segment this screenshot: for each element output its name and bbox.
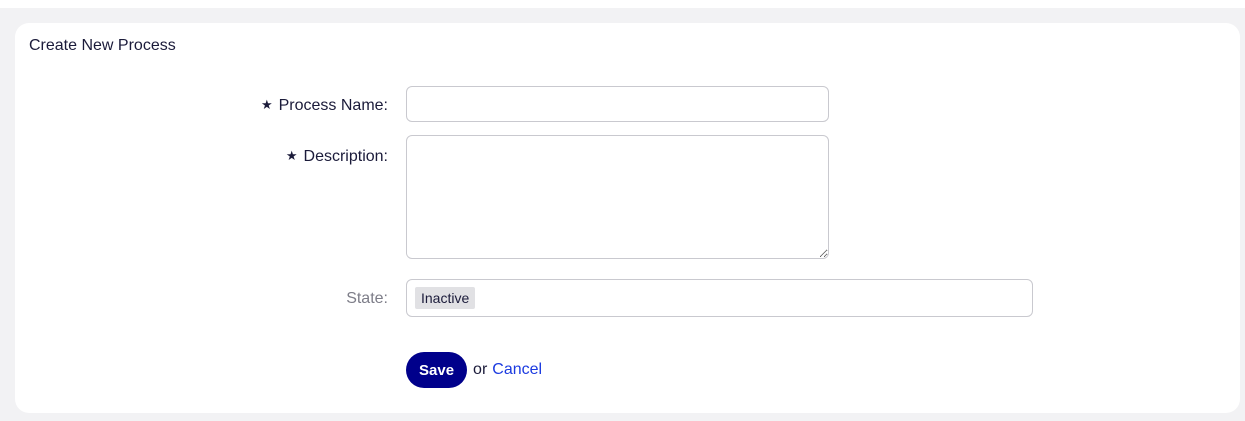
cancel-link[interactable]: Cancel [492,361,542,379]
state-label: State: [346,290,388,308]
description-textarea[interactable] [406,135,829,259]
description-label-text: Description: [303,148,388,165]
description-label: ★ Description: [286,148,388,166]
process-name-input[interactable] [406,86,829,122]
process-name-label-text: Process Name: [278,97,388,114]
form-actions: Save or Cancel [406,352,542,388]
or-text: or [473,361,488,378]
state-label-text: State: [346,290,388,307]
required-star-icon: ★ [285,148,298,163]
process-name-label: ★ Process Name: [261,97,388,115]
state-selected-value: Inactive [415,287,476,309]
panel-title: Create New Process [29,37,176,54]
create-process-panel: Create New Process ★ Process Name: ★ Descr… [15,23,1240,413]
top-band [0,0,1245,8]
required-star-icon: ★ [260,97,273,112]
state-select[interactable]: Inactive [406,279,1033,317]
save-button[interactable]: Save [406,352,468,388]
